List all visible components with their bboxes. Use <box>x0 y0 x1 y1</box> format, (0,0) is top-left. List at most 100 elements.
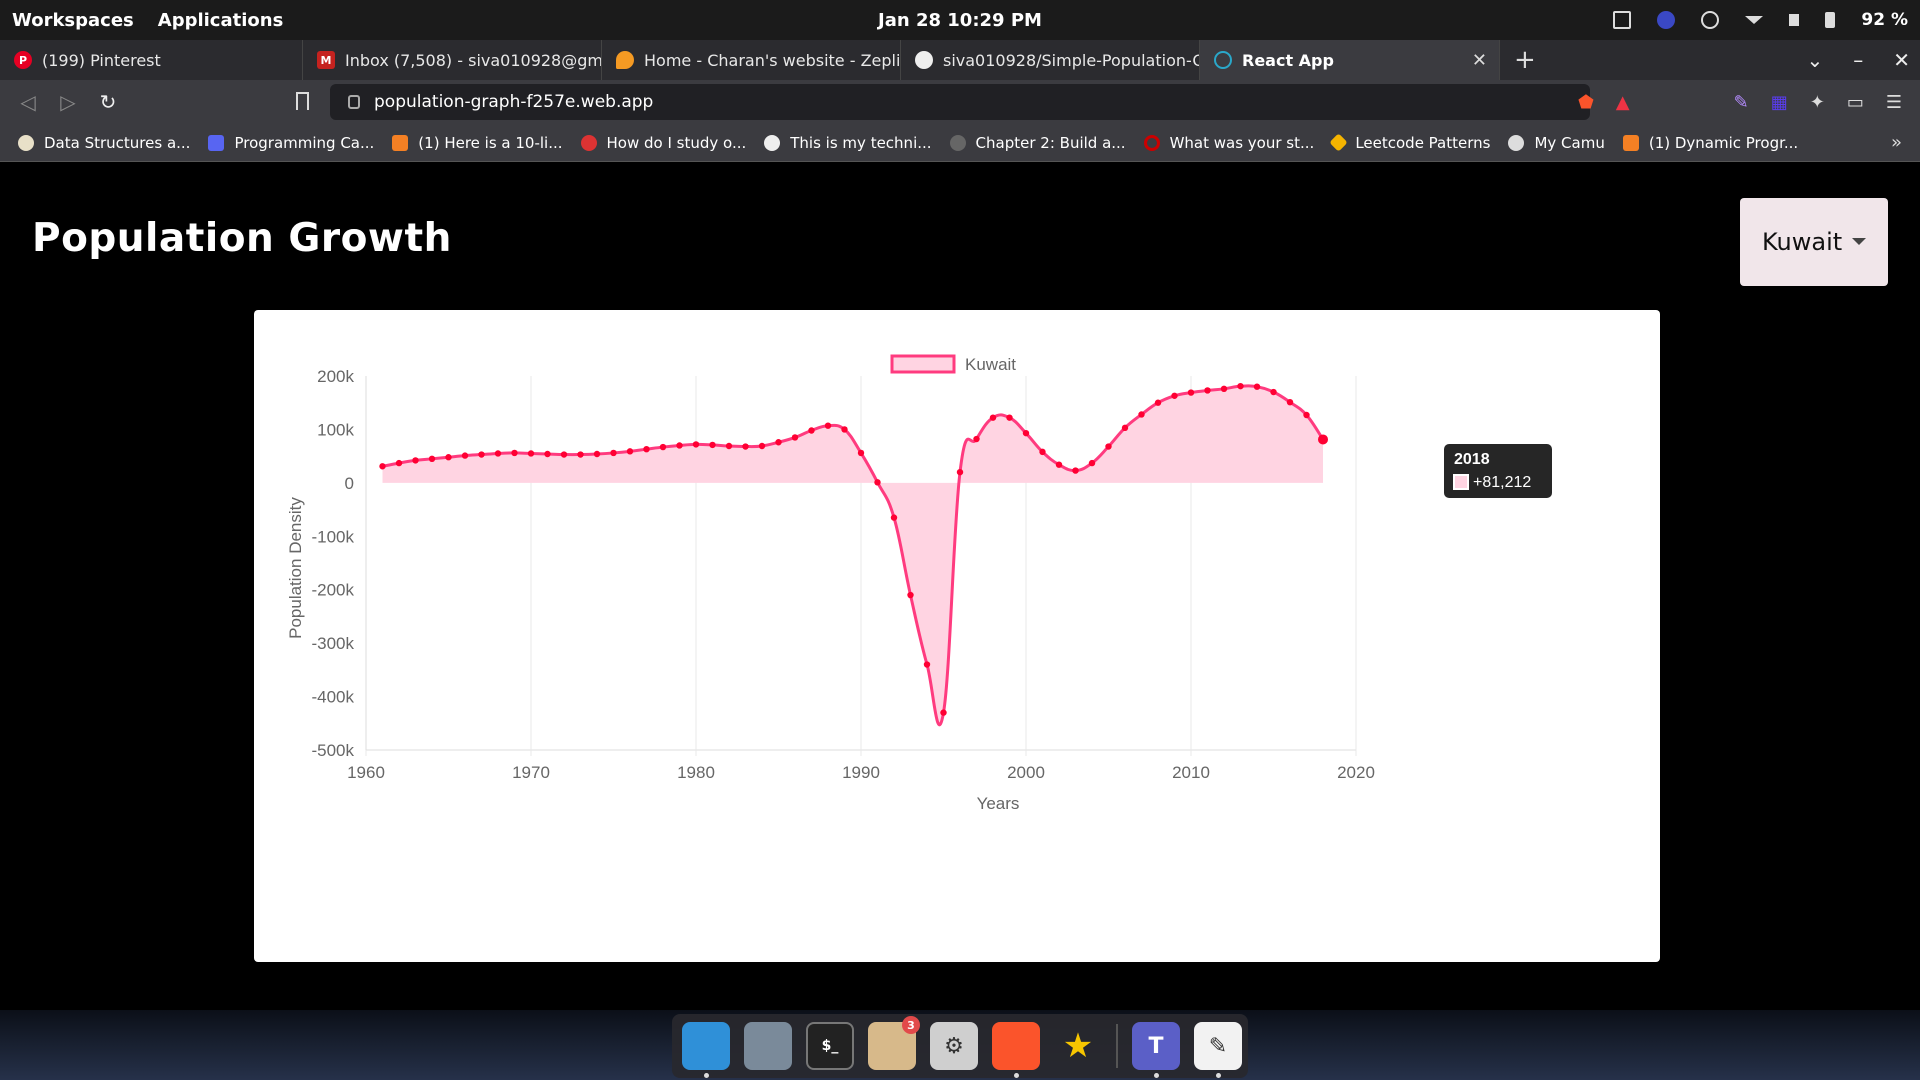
clock[interactable]: Jan 28 10:29 PM <box>878 10 1042 31</box>
data-point <box>956 468 964 476</box>
tab-title: (199) Pinterest <box>42 50 161 70</box>
pen-extension-icon[interactable]: ✎ <box>1734 92 1749 113</box>
tab-title: Inbox (7,508) - siva010928@gmail.c <box>345 50 602 70</box>
files-icon[interactable] <box>744 1022 792 1070</box>
y-tick-label: -100k <box>311 527 354 546</box>
bookmark-item[interactable]: How do I study o... <box>580 134 746 152</box>
browser-nav-bar: ◁ ▷ ↻ population-graph-f257e.web.app ⬟ ▲… <box>0 80 1920 124</box>
data-point <box>643 445 650 453</box>
bookmark-item[interactable]: Data Structures a... <box>18 134 190 152</box>
legend-swatch <box>890 354 956 374</box>
data-point <box>973 435 980 443</box>
workspaces-menu[interactable]: Workspaces <box>12 10 134 31</box>
x-tick-label: 1980 <box>677 763 715 782</box>
extensions-icon[interactable]: ✦ <box>1810 92 1825 113</box>
data-point <box>709 441 716 449</box>
country-select[interactable]: Kuwait <box>1740 198 1888 286</box>
tab-zeplin[interactable]: Home - Charan's website - Zeplin <box>602 40 901 80</box>
data-point <box>1204 387 1211 394</box>
chart-tooltip: 2018 +81,212 <box>1444 444 1552 498</box>
tab-pinterest[interactable]: P (199) Pinterest <box>0 40 303 80</box>
bookmark-item[interactable]: My Camu <box>1508 134 1605 152</box>
data-point <box>940 709 947 716</box>
applications-menu[interactable]: Applications <box>158 10 284 31</box>
text-editor-icon[interactable]: ✎ <box>1194 1022 1242 1078</box>
bookmark-item[interactable]: (1) Here is a 10-li... <box>392 134 563 152</box>
brave-browser-icon[interactable] <box>992 1022 1040 1078</box>
data-point <box>577 451 584 458</box>
new-tab-button[interactable]: + <box>1514 45 1536 75</box>
chart-legend[interactable]: Kuwait <box>890 354 1016 374</box>
y-tick-label: -300k <box>311 634 354 653</box>
github-icon <box>764 134 781 151</box>
tooltip-swatch <box>1453 474 1469 490</box>
menu-icon[interactable]: ☰ <box>1886 92 1902 113</box>
y-tick-label: -400k <box>311 688 354 707</box>
settings-gear-icon[interactable]: ⚙ <box>930 1022 978 1070</box>
accessibility-icon[interactable] <box>1701 11 1720 29</box>
data-point <box>1253 383 1261 390</box>
bookmark-item[interactable]: Chapter 2: Build a... <box>949 134 1126 152</box>
volume-icon[interactable] <box>1789 14 1800 26</box>
data-point <box>1270 388 1277 396</box>
data-point <box>445 454 452 461</box>
bookmark-page-icon[interactable] <box>296 92 309 110</box>
brave-rewards-icon[interactable]: ▲ <box>1616 92 1630 113</box>
grid-extension-icon[interactable]: ▦ <box>1771 92 1788 113</box>
population-chart[interactable]: 200k100k0-100k-200k-300k-400k-500k 1960 1… <box>254 310 1660 962</box>
software-center-icon[interactable]: 3 <box>868 1016 920 1070</box>
close-window-icon[interactable]: ✕ <box>1893 48 1910 72</box>
leetcode-icon <box>1329 133 1349 152</box>
lock-icon <box>348 95 360 109</box>
display-icon[interactable] <box>1613 11 1632 29</box>
system-top-bar: Workspaces Applications Jan 28 10:29 PM … <box>0 0 1920 40</box>
selected-country: Kuwait <box>1762 228 1843 256</box>
tab-gmail[interactable]: M Inbox (7,508) - siva010928@gmail.c <box>303 40 602 80</box>
back-icon[interactable]: ◁ <box>8 90 48 114</box>
data-point <box>692 441 700 448</box>
teams-icon[interactable]: T <box>1132 1022 1180 1078</box>
globe-icon <box>1508 134 1525 151</box>
data-point <box>808 427 815 434</box>
file-manager-icon[interactable] <box>682 1022 730 1078</box>
terminal-icon[interactable]: $_ <box>806 1022 854 1070</box>
data-point <box>610 449 617 457</box>
data-point <box>791 434 799 441</box>
minimize-icon[interactable]: – <box>1853 48 1863 72</box>
close-tab-icon[interactable]: ✕ <box>1472 50 1487 71</box>
battery-icon[interactable] <box>1825 12 1836 28</box>
data-point <box>428 455 436 463</box>
tab-search-icon[interactable]: ⌄ <box>1806 48 1823 72</box>
more-bookmarks-icon[interactable]: » <box>1891 132 1902 153</box>
wifi-icon[interactable] <box>1745 16 1764 24</box>
wallet-icon[interactable]: ▭ <box>1847 92 1864 113</box>
data-point <box>857 449 865 457</box>
data-point <box>890 514 898 521</box>
y-axis-ticks: 200k 100k 0 -100k -200k -300k -400k -500k <box>311 367 354 760</box>
x-tick-label: 2020 <box>1337 763 1375 782</box>
extension-indicator-icon[interactable] <box>1657 11 1676 29</box>
data-point <box>461 452 469 459</box>
brave-shields-icon[interactable]: ⬟ <box>1578 92 1594 113</box>
extension-toolbar: ⬟ ▲ ✎ ▦ ✦ ▭ ☰ <box>1578 80 1902 124</box>
bookmark-item[interactable]: This is my techni... <box>764 134 932 152</box>
bookmark-item[interactable]: Leetcode Patterns <box>1329 133 1490 152</box>
series-area-kuwait <box>382 385 1323 725</box>
tab-title: Home - Charan's website - Zeplin <box>644 50 901 70</box>
address-bar[interactable]: population-graph-f257e.web.app <box>330 84 1590 120</box>
bookmark-item[interactable]: What was your st... <box>1143 134 1314 152</box>
data-point <box>379 463 386 470</box>
data-point <box>1237 382 1244 390</box>
bookmark-item[interactable]: Programming Ca... <box>208 134 374 152</box>
tab-github[interactable]: siva010928/Simple-Population-Gra <box>901 40 1200 80</box>
tab-react-app[interactable]: React App ✕ <box>1200 40 1500 80</box>
x-axis-ticks: 1960 1970 1980 1990 2000 2010 2020 <box>347 763 1375 782</box>
tab-title: siva010928/Simple-Population-Gra <box>943 50 1200 70</box>
star-app-icon[interactable]: ★ <box>1054 1022 1102 1070</box>
reload-icon[interactable]: ↻ <box>88 90 128 114</box>
y-tick-label: -500k <box>311 741 354 760</box>
x-axis-label: Years <box>977 794 1020 813</box>
bookmark-item[interactable]: (1) Dynamic Progr... <box>1622 134 1798 152</box>
data-point <box>1138 411 1145 418</box>
forward-icon[interactable]: ▷ <box>48 90 88 114</box>
